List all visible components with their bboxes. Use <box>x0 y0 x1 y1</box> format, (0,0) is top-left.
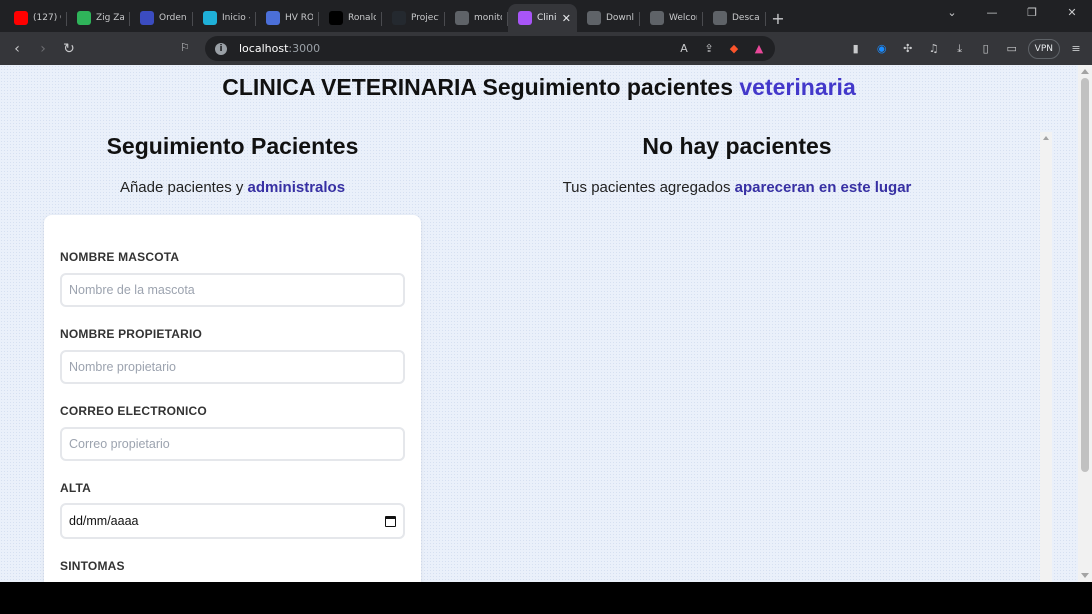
pet-name-label: NOMBRE MASCOTA <box>60 250 180 264</box>
form-section-subtitle: Añade pacientes y administralos <box>119 179 346 196</box>
calendar-icon[interactable] <box>385 515 396 527</box>
puzzle-icon[interactable]: ✣ <box>898 39 918 59</box>
email-input[interactable] <box>60 427 405 461</box>
owner-name-input[interactable] <box>60 350 405 384</box>
form-section-subtitle-highlight: administralos <box>247 179 346 196</box>
tab-title: monitor <box>474 13 502 23</box>
brave-shield-icon[interactable]: ◆ <box>726 40 742 56</box>
tab-title: Ordenar <box>159 13 187 23</box>
browser-tab[interactable]: Ronaldo <box>319 4 382 32</box>
document-icon <box>266 11 280 25</box>
owner-name-label: NOMBRE PROPIETARIO <box>60 327 203 341</box>
vite-icon <box>518 11 532 25</box>
menu-icon[interactable]: ≡ <box>1066 39 1086 59</box>
browser-tab[interactable]: Inicio - C <box>193 4 256 32</box>
reload-icon[interactable]: ↻ <box>56 36 82 62</box>
discharge-date-value: dd/mm/aaaa <box>69 514 139 528</box>
youtube-icon <box>14 11 28 25</box>
tab-title: Downlo <box>606 13 634 23</box>
patient-list-scrollbar[interactable] <box>1040 132 1052 582</box>
forward-icon[interactable]: › <box>30 36 56 62</box>
music-icon[interactable]: ♫ <box>924 39 944 59</box>
tab-strip: (127) Co Zig Zag Ordenar Inicio - C HV RON Ro… <box>0 0 1092 32</box>
close-tab-icon[interactable]: ✕ <box>562 12 571 25</box>
tab-title: Zig Zag <box>96 13 124 23</box>
tab-title: Inicio - C <box>222 13 250 23</box>
scroll-up-icon[interactable] <box>1081 69 1089 74</box>
page-scrollbar[interactable] <box>1078 65 1092 582</box>
tab-title: Descarg <box>732 13 760 23</box>
downloads-icon[interactable]: ⤓ <box>950 39 970 59</box>
globe-icon <box>587 11 601 25</box>
pet-name-input[interactable] <box>60 273 405 307</box>
browser-tab[interactable]: HV RON <box>256 4 319 32</box>
vercel-icon <box>329 11 343 25</box>
url-port: :3000 <box>288 42 321 55</box>
list-section-title: No hay pacientes <box>642 133 832 159</box>
browser-tab[interactable]: Descarg <box>703 4 766 32</box>
download-icon <box>713 11 727 25</box>
browser-tab[interactable]: Ordenar <box>130 4 193 32</box>
title-highlight: veterinaria <box>739 74 856 100</box>
discharge-date-input[interactable]: dd/mm/aaaa <box>60 503 405 539</box>
extension-icon[interactable]: ▮ <box>846 39 866 59</box>
tab-separator <box>765 12 766 26</box>
globe-icon <box>650 11 664 25</box>
minimize-icon[interactable]: — <box>972 0 1012 24</box>
tab-title: Ronaldo <box>348 13 376 23</box>
wallet-icon[interactable]: ▭ <box>1002 39 1022 59</box>
ordenar-icon <box>140 11 154 25</box>
globe-icon <box>455 11 469 25</box>
share-icon[interactable]: ⇪ <box>701 40 717 56</box>
page-title: CLINICA VETERINARIA Seguimiento paciente… <box>222 74 856 100</box>
symptoms-label: SINTOMAS <box>60 559 125 573</box>
patient-form: NOMBRE MASCOTA NOMBRE PROPIETARIO CORREO… <box>44 215 421 582</box>
bookmark-icon[interactable]: ⚐ <box>180 41 190 54</box>
browser-tab[interactable]: monitor <box>445 4 508 32</box>
list-section-subtitle: Tus pacientes agregados apareceran en es… <box>562 179 912 196</box>
canva-icon <box>203 11 217 25</box>
github-icon <box>392 11 406 25</box>
tab-search-icon[interactable]: ⌄ <box>932 0 972 24</box>
form-section-title: Seguimiento Pacientes <box>106 133 359 159</box>
tab-title: HV RON <box>285 13 313 23</box>
sidebar-icon[interactable]: ▯ <box>976 39 996 59</box>
tab-title: (127) Co <box>33 13 61 23</box>
tab-title: Welcom <box>669 13 697 23</box>
discharge-date-label: ALTA <box>60 481 92 495</box>
bottom-bar <box>0 582 1092 614</box>
url-host: localhost <box>239 42 289 55</box>
maximize-icon[interactable]: ❐ <box>1012 0 1052 24</box>
page-viewport: CLINICA VETERINARIA Seguimiento paciente… <box>0 65 1078 582</box>
brave-rewards-icon[interactable]: ▲ <box>751 40 767 56</box>
window-controls: ⌄ — ❐ ✕ <box>932 0 1092 24</box>
browser-tab[interactable]: Welcom <box>640 4 703 32</box>
email-label: CORREO ELECTRONICO <box>60 404 207 418</box>
browser-tab[interactable]: Clini ✕ <box>508 4 577 32</box>
vpn-button[interactable]: VPN <box>1027 38 1060 59</box>
browser-tab[interactable]: Zig Zag <box>67 4 130 32</box>
site-info-icon[interactable]: i <box>215 42 227 55</box>
shazam-icon[interactable]: ◉ <box>872 39 892 59</box>
list-section-subtitle-highlight: apareceran en este lugar <box>734 179 912 196</box>
browser-tab[interactable]: Downlo <box>577 4 640 32</box>
scroll-down-icon[interactable] <box>1081 573 1089 578</box>
close-window-icon[interactable]: ✕ <box>1052 0 1092 24</box>
address-bar[interactable]: i localhost:3000 A ⇪ ◆ ▲ <box>205 36 775 61</box>
browser-toolbar: ‹ › ↻ ⚐ i localhost:3000 A ⇪ ◆ ▲ ▮ ◉ ✣ ♫… <box>0 32 1092 65</box>
tab-title: Clini <box>537 13 557 23</box>
scrollbar-thumb[interactable] <box>1081 78 1089 472</box>
back-icon[interactable]: ‹ <box>4 36 30 62</box>
zigzag-icon <box>77 11 91 25</box>
translate-icon[interactable]: A <box>676 40 692 56</box>
extensions-area: ▮ ◉ ✣ ♫ ⤓ ▯ ▭ VPN ≡ <box>846 36 1086 61</box>
browser-tab[interactable]: (127) Co <box>4 4 67 32</box>
browser-tab[interactable]: Projects <box>382 4 445 32</box>
new-tab-button[interactable]: + <box>766 4 790 32</box>
tab-title: Projects <box>411 13 439 23</box>
